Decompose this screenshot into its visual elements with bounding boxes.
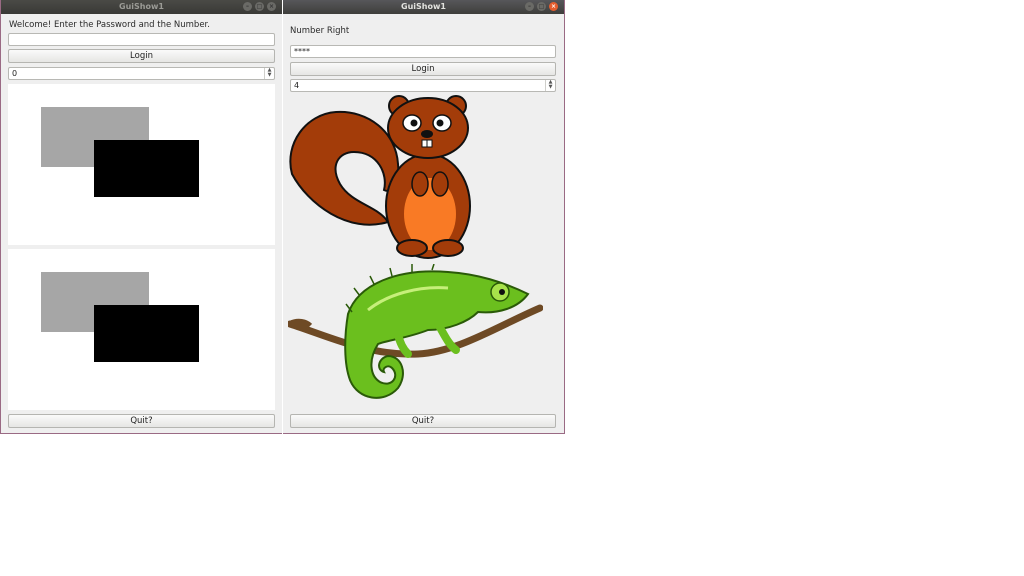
maximize-icon[interactable]: □ bbox=[255, 2, 264, 11]
title-bar[interactable]: GuiShow1 – □ × bbox=[1, 0, 282, 14]
quit-button[interactable]: Quit? bbox=[290, 414, 556, 428]
number-value: 0 bbox=[12, 69, 18, 78]
prompt-label: Welcome! Enter the Password and the Numb… bbox=[9, 20, 210, 30]
minimize-icon[interactable]: – bbox=[243, 2, 252, 11]
maximize-icon[interactable]: □ bbox=[537, 2, 546, 11]
quit-button[interactable]: Quit? bbox=[8, 414, 275, 428]
left-window: GuiShow1 – □ × Welcome! Enter the Passwo… bbox=[0, 0, 282, 434]
squirrel-image bbox=[289, 95, 471, 259]
black-rectangle bbox=[94, 140, 199, 197]
chameleon-image bbox=[288, 264, 543, 399]
login-button[interactable]: Login bbox=[290, 62, 556, 76]
window-title: GuiShow1 bbox=[401, 2, 446, 11]
black-rectangle bbox=[94, 305, 199, 362]
window-title: GuiShow1 bbox=[119, 2, 164, 11]
number-spinbox[interactable]: 0 ▲ ▼ bbox=[8, 67, 275, 80]
login-button[interactable]: Login bbox=[8, 49, 275, 63]
close-icon[interactable]: × bbox=[549, 2, 558, 11]
chevron-down-icon[interactable]: ▼ bbox=[546, 85, 555, 90]
image-panel-bottom bbox=[8, 249, 275, 410]
title-bar[interactable]: GuiShow1 – □ × bbox=[283, 0, 564, 14]
status-label: Number Right bbox=[290, 26, 350, 36]
number-spinbox[interactable]: 4 ▲ ▼ bbox=[290, 79, 556, 92]
minimize-icon[interactable]: – bbox=[525, 2, 534, 11]
image-panel-top bbox=[8, 84, 275, 245]
right-window: GuiShow1 – □ × Number Right **** Login 4… bbox=[283, 0, 565, 434]
password-field[interactable]: **** bbox=[290, 45, 556, 58]
password-field[interactable] bbox=[8, 33, 275, 46]
close-icon[interactable]: × bbox=[267, 2, 276, 11]
number-value: 4 bbox=[294, 81, 300, 90]
chevron-down-icon[interactable]: ▼ bbox=[265, 73, 274, 78]
